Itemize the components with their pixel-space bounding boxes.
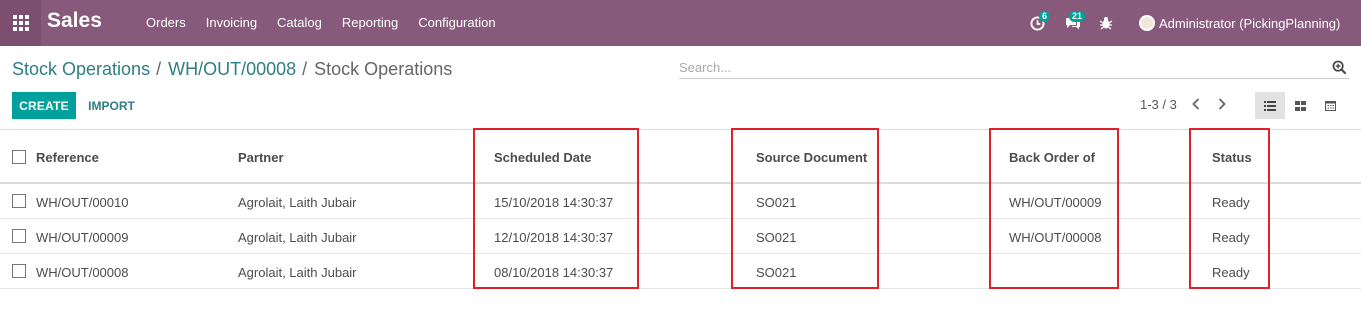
partner-cell: Agrolait, Laith Jubair bbox=[238, 230, 357, 245]
messaging-menu[interactable] bbox=[1064, 0, 1082, 46]
list-view-button[interactable] bbox=[1255, 92, 1285, 119]
message-count-badge: 21 bbox=[1069, 11, 1086, 22]
pager-previous-button[interactable] bbox=[1188, 95, 1204, 113]
debug-menu[interactable] bbox=[1099, 0, 1113, 46]
top-navbar: Sales Orders Invoicing Catalog Reporting… bbox=[0, 0, 1361, 46]
activity-count-badge: 6 bbox=[1039, 11, 1051, 22]
column-header-partner[interactable]: Partner bbox=[238, 150, 284, 165]
activity-menu[interactable] bbox=[1030, 0, 1045, 46]
table-header: Reference Partner Scheduled Date Source … bbox=[0, 129, 1361, 184]
table-row[interactable]: WH/OUT/00009 Agrolait, Laith Jubair 12/1… bbox=[0, 219, 1361, 254]
partner-cell: Agrolait, Laith Jubair bbox=[238, 265, 357, 280]
reference-cell: WH/OUT/00010 bbox=[36, 195, 129, 210]
menu-reporting[interactable]: Reporting bbox=[342, 15, 398, 30]
search-plus-icon[interactable] bbox=[1332, 60, 1347, 75]
breadcrumb-separator: / bbox=[156, 59, 162, 79]
main-menu: Orders Invoicing Catalog Reporting Confi… bbox=[146, 15, 516, 30]
row-checkbox[interactable] bbox=[12, 264, 26, 278]
app-title: Sales bbox=[47, 9, 102, 32]
breadcrumb: Stock Operations / WH/OUT/00008 / Stock … bbox=[12, 59, 452, 80]
calendar-view-icon bbox=[1324, 101, 1336, 111]
highlight-box-source-document bbox=[731, 128, 879, 289]
menu-orders[interactable]: Orders bbox=[146, 15, 186, 30]
reference-cell: WH/OUT/00009 bbox=[36, 230, 129, 245]
avatar bbox=[1139, 15, 1155, 31]
kanban-view-button[interactable] bbox=[1285, 92, 1315, 119]
column-header-reference[interactable]: Reference bbox=[36, 150, 99, 165]
breadcrumb-separator: / bbox=[302, 59, 308, 79]
select-all-checkbox[interactable] bbox=[12, 150, 26, 164]
kanban-view-icon bbox=[1294, 100, 1306, 111]
apps-menu-button[interactable] bbox=[0, 0, 41, 46]
reference-cell: WH/OUT/00008 bbox=[36, 265, 129, 280]
row-checkbox[interactable] bbox=[12, 229, 26, 243]
stock-operations-table: Reference Partner Scheduled Date Source … bbox=[0, 129, 1361, 289]
row-checkbox[interactable] bbox=[12, 194, 26, 208]
highlight-box-status bbox=[1189, 128, 1270, 289]
bug-icon bbox=[1099, 17, 1113, 30]
breadcrumb-stock-operations[interactable]: Stock Operations bbox=[12, 59, 150, 80]
calendar-view-button[interactable] bbox=[1315, 92, 1345, 119]
pager-value[interactable]: 1-3 / 3 bbox=[1140, 97, 1177, 112]
import-button[interactable]: IMPORT bbox=[83, 92, 140, 119]
pager-next-button[interactable] bbox=[1214, 95, 1230, 113]
highlight-box-scheduled-date bbox=[473, 128, 639, 289]
search-bar bbox=[679, 57, 1349, 79]
breadcrumb-picking[interactable]: WH/OUT/00008 bbox=[168, 59, 296, 80]
partner-cell: Agrolait, Laith Jubair bbox=[238, 195, 357, 210]
list-view-icon bbox=[1264, 100, 1276, 111]
menu-invoicing[interactable]: Invoicing bbox=[206, 15, 257, 30]
create-button[interactable]: CREATE bbox=[12, 92, 76, 119]
user-menu[interactable]: Administrator (PickingPlanning) bbox=[1139, 0, 1340, 46]
breadcrumb-current: Stock Operations bbox=[314, 59, 453, 79]
chevron-right-icon bbox=[1218, 98, 1226, 110]
search-input[interactable] bbox=[679, 57, 1279, 77]
highlight-box-back-order-of bbox=[989, 128, 1119, 289]
menu-configuration[interactable]: Configuration bbox=[418, 15, 495, 30]
apps-grid-icon bbox=[12, 15, 29, 31]
table-row[interactable]: WH/OUT/00010 Agrolait, Laith Jubair 15/1… bbox=[0, 184, 1361, 219]
table-row[interactable]: WH/OUT/00008 Agrolait, Laith Jubair 08/1… bbox=[0, 254, 1361, 289]
menu-catalog[interactable]: Catalog bbox=[277, 15, 322, 30]
chevron-left-icon bbox=[1192, 98, 1200, 110]
user-name: Administrator (PickingPlanning) bbox=[1159, 15, 1341, 31]
